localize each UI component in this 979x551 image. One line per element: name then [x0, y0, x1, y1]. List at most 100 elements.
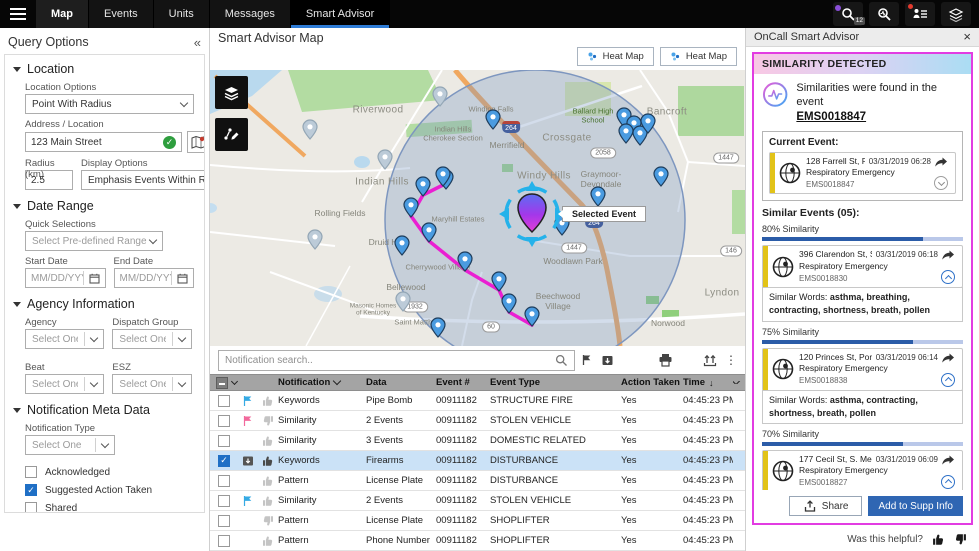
search-icon[interactable] — [555, 354, 568, 367]
event-pin[interactable] — [501, 293, 517, 314]
event-pin[interactable] — [307, 229, 323, 250]
event-pin[interactable] — [395, 291, 411, 312]
event-pin[interactable] — [590, 186, 606, 207]
column-time[interactable]: Time — [683, 377, 733, 388]
agency-field-select[interactable]: Select One — [25, 374, 105, 394]
event-pin[interactable] — [403, 197, 419, 218]
event-pin[interactable] — [394, 235, 410, 256]
nav-tab[interactable]: Units — [153, 0, 210, 28]
map-canvas[interactable]: Riverwood Indian Hills Indian Hills Cher… — [210, 70, 745, 346]
thumbs-up-icon[interactable] — [932, 533, 945, 546]
event-pin[interactable] — [491, 271, 507, 292]
table-row[interactable]: Keywords Firearms 00911182 DISTURBANCE Y… — [210, 451, 745, 471]
event-pin[interactable] — [302, 119, 318, 140]
column-action-taken[interactable]: Action Taken — [621, 377, 683, 388]
calendar-icon[interactable] — [82, 271, 100, 285]
close-icon[interactable] — [963, 29, 971, 44]
row-thumb-icon[interactable] — [258, 415, 278, 427]
more-options-icon[interactable]: ⋮ — [725, 353, 737, 367]
event-pin[interactable] — [457, 251, 473, 272]
meta-checkbox-row[interactable]: Shared — [25, 499, 194, 512]
header-menu-icon[interactable] — [733, 381, 745, 384]
radius-input[interactable] — [31, 174, 67, 186]
notification-search-input[interactable] — [225, 354, 555, 366]
collapse-card-icon[interactable] — [934, 176, 948, 191]
row-thumb-icon[interactable] — [258, 395, 278, 407]
menu-icon[interactable] — [0, 0, 36, 28]
row-checkbox[interactable] — [218, 434, 230, 447]
expand-collapse-icon[interactable] — [941, 474, 955, 489]
event-pin[interactable] — [640, 113, 656, 134]
section-notification-meta[interactable]: Notification Meta Data — [5, 398, 204, 418]
row-checkbox[interactable] — [218, 514, 230, 527]
forward-icon[interactable] — [941, 352, 955, 364]
forward-icon[interactable] — [941, 454, 955, 466]
address-input[interactable] — [31, 136, 163, 148]
row-checkbox[interactable] — [218, 534, 230, 547]
forward-icon[interactable] — [941, 249, 955, 261]
checkbox[interactable] — [25, 466, 37, 478]
calendar-icon[interactable] — [171, 271, 188, 285]
advanced-search-icon[interactable] — [869, 2, 899, 26]
flag-filter-icon[interactable] — [581, 354, 593, 366]
row-checkbox[interactable] — [218, 454, 230, 467]
table-row[interactable]: Pattern License Plate 00911182 DISTURBAN… — [210, 471, 745, 491]
nav-tab[interactable]: Events — [89, 0, 154, 28]
event-pin[interactable] — [524, 306, 540, 327]
collapse-panel-icon[interactable] — [194, 35, 201, 50]
map-draw-button[interactable] — [215, 118, 248, 151]
similar-event-card[interactable]: 177 Cecil St, S. Melbourne 03/31/2019 06… — [762, 449, 963, 490]
row-checkbox[interactable] — [218, 414, 230, 427]
event-pin[interactable] — [377, 149, 393, 170]
start-date-input[interactable] — [31, 272, 83, 284]
event-pin[interactable] — [415, 176, 431, 197]
row-checkbox[interactable] — [218, 494, 230, 507]
column-notification[interactable]: Notification — [278, 377, 366, 388]
column-settings-icon[interactable] — [703, 354, 717, 367]
event-pin[interactable] — [421, 222, 437, 243]
notification-search-box[interactable] — [218, 349, 575, 371]
end-date-input[interactable] — [119, 272, 171, 284]
table-row[interactable]: Pattern Phone Number 00911182 SHOPLIFTER… — [210, 531, 745, 551]
row-checkbox[interactable] — [218, 394, 230, 407]
row-thumb-icon[interactable] — [258, 455, 278, 467]
column-event-type[interactable]: Event Type — [490, 377, 621, 388]
nav-tab[interactable]: Messages — [209, 0, 291, 28]
nav-tab[interactable]: Smart Advisor — [290, 0, 391, 28]
expand-collapse-icon[interactable] — [941, 372, 955, 387]
location-options-select[interactable]: Point With Radius — [25, 94, 194, 114]
section-date-range[interactable]: Date Range — [5, 194, 204, 214]
display-options-select[interactable]: Emphasis Events Within Radius — [81, 170, 204, 190]
heat-map-button-2[interactable]: Heat Map — [659, 47, 737, 66]
quick-selections-select[interactable]: Select Pre-defined Range — [25, 231, 163, 251]
agency-field-select[interactable]: Select One — [112, 329, 192, 349]
nav-tab[interactable]: Map — [36, 0, 89, 28]
print-icon[interactable] — [658, 353, 673, 367]
table-row[interactable]: Similarity 3 Events 00911182 DOMESTIC RE… — [210, 431, 745, 451]
column-event-number[interactable]: Event # — [436, 377, 490, 388]
event-link[interactable]: EMS0018847 — [796, 111, 866, 123]
row-thumb-icon[interactable] — [258, 475, 278, 487]
section-agency-information[interactable]: Agency Information — [5, 292, 204, 312]
column-data[interactable]: Data — [366, 377, 436, 388]
map-layers-button[interactable] — [215, 76, 248, 109]
table-row[interactable]: Pattern License Plate 00911182 SHOPLIFTE… — [210, 511, 745, 531]
meta-checkbox-row[interactable]: Suggested Action Taken — [25, 481, 194, 499]
similar-event-card[interactable]: 396 Clarendon St, S. Melbourn 03/31/2019… — [762, 245, 963, 289]
select-all-checkbox[interactable] — [210, 376, 238, 389]
alerts-icon[interactable] — [905, 2, 935, 26]
current-event-card[interactable]: 128 Farrell St, Port Melbourne 03/31/201… — [769, 151, 956, 195]
event-pin[interactable] — [653, 166, 669, 187]
checkbox[interactable] — [25, 502, 37, 512]
event-pin[interactable] — [432, 86, 448, 107]
notification-type-select[interactable]: Select One — [25, 435, 115, 455]
meta-checkbox-row[interactable]: Acknowledged — [25, 463, 194, 481]
similar-event-card[interactable]: 120 Princes St, Port Melbourne 03/31/201… — [762, 347, 963, 391]
event-pin[interactable] — [435, 166, 451, 187]
agency-field-select[interactable]: Select One — [112, 374, 192, 394]
archive-icon[interactable] — [601, 354, 614, 367]
share-button[interactable]: Share — [788, 496, 863, 516]
add-to-supp-info-button[interactable]: Add to Supp Info — [868, 496, 963, 516]
row-thumb-icon[interactable] — [258, 515, 278, 527]
row-thumb-icon[interactable] — [258, 435, 278, 447]
